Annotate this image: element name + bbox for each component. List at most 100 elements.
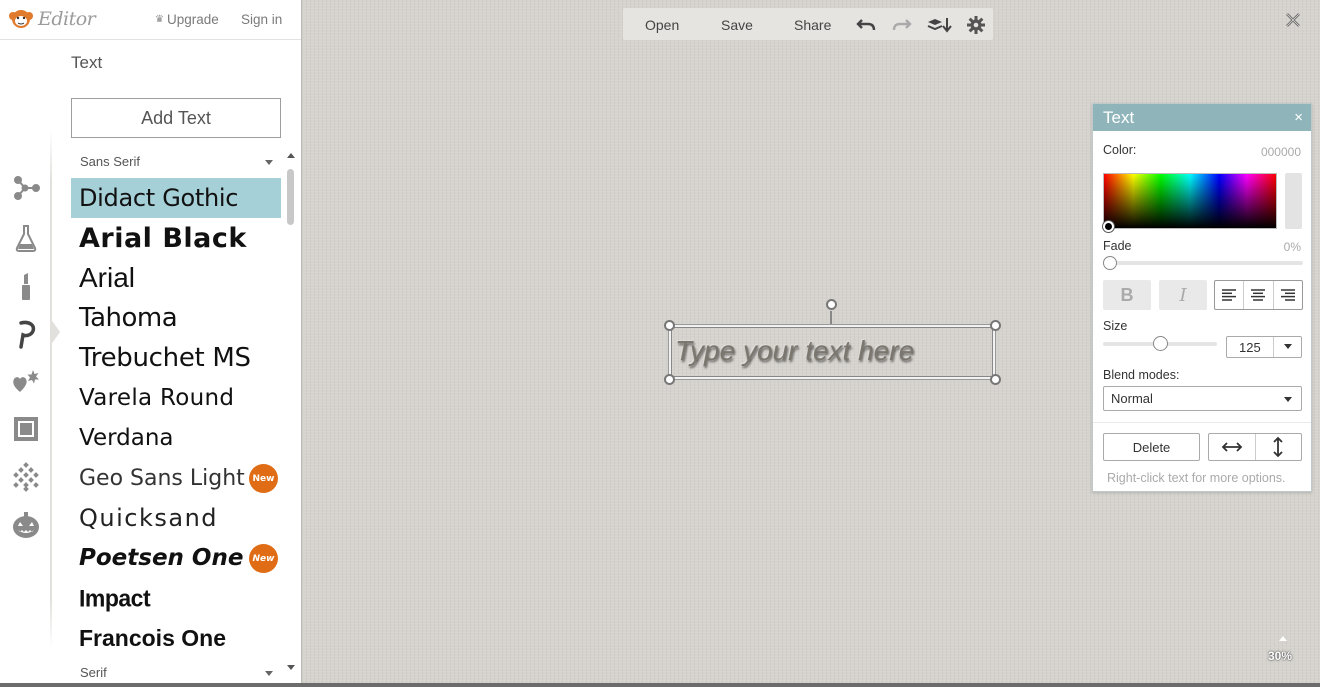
resize-handle-top-left[interactable]: [664, 320, 675, 331]
color-hex-value[interactable]: 000000: [1261, 145, 1301, 159]
font-item-arial[interactable]: Arial: [71, 258, 281, 298]
redo-icon[interactable]: [892, 15, 912, 35]
align-left-icon[interactable]: [1215, 281, 1245, 309]
pumpkin-icon[interactable]: [11, 510, 41, 540]
panel-header[interactable]: Text ×: [1093, 104, 1311, 131]
flip-group: [1208, 433, 1302, 461]
fade-value: 0%: [1283, 240, 1301, 254]
rail-active-pointer: [50, 318, 60, 346]
font-item-poetsen-one[interactable]: Poetsen One New: [71, 538, 281, 578]
sticker-icon[interactable]: [11, 367, 41, 397]
font-item-didact-gothic[interactable]: Didact Gothic: [71, 178, 281, 218]
font-name: Impact: [79, 583, 151, 612]
text-tool-icon[interactable]: [11, 319, 41, 349]
font-category-label: Sans Serif: [80, 154, 140, 169]
size-select[interactable]: 125: [1226, 336, 1302, 358]
undo-icon[interactable]: [856, 15, 876, 35]
delete-button[interactable]: Delete: [1103, 433, 1200, 461]
font-name: Francois One: [79, 624, 226, 651]
resize-handle-top-right[interactable]: [990, 320, 1001, 331]
font-name: Verdana: [79, 425, 174, 451]
upgrade-link[interactable]: ♛ Upgrade: [155, 12, 219, 27]
chevron-down-icon: [265, 160, 273, 165]
font-item-quicksand[interactable]: Quicksand: [71, 498, 281, 538]
size-label: Size: [1103, 319, 1128, 333]
texture-icon[interactable]: [11, 462, 41, 492]
font-name: Trebuchet MS: [79, 343, 251, 373]
frame-icon[interactable]: [11, 414, 41, 444]
flask-icon[interactable]: [11, 223, 41, 253]
size-slider-knob[interactable]: [1153, 336, 1168, 351]
color-spectrum[interactable]: [1103, 173, 1277, 229]
save-button[interactable]: Save: [721, 17, 753, 33]
gear-icon[interactable]: [966, 15, 986, 35]
scroll-down-icon[interactable]: [287, 665, 295, 670]
font-item-impact[interactable]: Impact: [71, 577, 281, 619]
resize-handle-bottom-right[interactable]: [990, 374, 1001, 385]
close-icon[interactable]: ×: [1294, 109, 1303, 126]
text-layer-box[interactable]: Type your text here: [669, 325, 995, 379]
close-icon[interactable]: [1284, 11, 1302, 29]
font-list-scrollbar[interactable]: [286, 151, 296, 675]
open-button[interactable]: Open: [645, 17, 679, 33]
font-item-francois-one[interactable]: Francois One: [71, 618, 281, 658]
sign-in-link[interactable]: Sign in: [241, 12, 282, 27]
rotate-handle[interactable]: [826, 299, 837, 310]
resize-handle-bottom-left[interactable]: [664, 374, 675, 385]
scroll-up-icon[interactable]: [287, 153, 295, 158]
fade-slider-track[interactable]: [1103, 261, 1303, 265]
font-name: Quicksand: [79, 504, 219, 532]
italic-button[interactable]: I: [1159, 280, 1207, 310]
share-button[interactable]: Share: [794, 17, 831, 33]
effects-icon[interactable]: [11, 173, 41, 203]
top-bar: Editor ♛ Upgrade Sign in: [0, 0, 301, 40]
text-layer-content[interactable]: Type your text here: [675, 335, 914, 367]
rail-divider: [50, 130, 52, 650]
tool-rail: [0, 40, 60, 687]
align-right-icon[interactable]: [1274, 281, 1302, 309]
hint-text: Right-click text for more options.: [1107, 471, 1286, 485]
logo[interactable]: Editor: [8, 7, 96, 31]
panel-divider: [1093, 422, 1311, 423]
logo-text: Editor: [38, 8, 96, 30]
font-name: Varela Round: [79, 385, 235, 411]
fade-label: Fade: [1103, 239, 1132, 253]
color-label: Color:: [1103, 143, 1137, 157]
zoom-control[interactable]: 30%: [1268, 636, 1300, 666]
font-category-serif[interactable]: Serif: [71, 662, 281, 682]
font-item-tahoma[interactable]: Tahoma: [71, 298, 281, 338]
zoom-up-icon[interactable]: [1279, 636, 1287, 641]
lipstick-icon[interactable]: [11, 272, 41, 302]
blend-mode-select[interactable]: Normal: [1103, 386, 1302, 411]
new-badge: New: [249, 464, 278, 493]
layers-icon[interactable]: [927, 15, 953, 35]
scroll-thumb[interactable]: [287, 169, 294, 225]
font-item-trebuchet-ms[interactable]: Trebuchet MS: [71, 338, 281, 378]
font-item-geo-sans-light[interactable]: Geo Sans Light New: [71, 458, 281, 498]
size-value: 125: [1239, 340, 1261, 355]
color-swatch[interactable]: [1285, 173, 1302, 229]
align-center-icon[interactable]: [1244, 281, 1274, 309]
zoom-level: 30%: [1268, 649, 1293, 663]
flip-vertical-icon[interactable]: [1256, 434, 1302, 460]
add-text-button[interactable]: Add Text: [71, 98, 281, 138]
font-item-verdana[interactable]: Verdana: [71, 418, 281, 458]
font-item-arial-black[interactable]: Arial Black: [71, 218, 281, 258]
font-item-varela-round[interactable]: Varela Round: [71, 378, 281, 418]
font-category-select[interactable]: Sans Serif: [71, 151, 281, 173]
alignment-group: [1214, 280, 1303, 310]
bold-button[interactable]: B: [1103, 280, 1151, 310]
fade-slider-knob[interactable]: [1103, 256, 1117, 270]
font-name: Didact Gothic: [79, 184, 239, 212]
chevron-down-icon: [265, 671, 273, 676]
font-name: Poetsen One: [79, 545, 244, 571]
upgrade-label: Upgrade: [166, 12, 219, 27]
blend-modes-label: Blend modes:: [1103, 368, 1180, 382]
blend-mode-value: Normal: [1111, 391, 1153, 406]
top-toolbar: Open Save Share: [623, 8, 993, 40]
new-badge: New: [249, 544, 278, 573]
color-picker-handle[interactable]: [1103, 221, 1114, 232]
crown-icon: ♛: [155, 14, 164, 25]
chevron-down-icon[interactable]: [1273, 337, 1301, 357]
flip-horizontal-icon[interactable]: [1209, 434, 1256, 460]
